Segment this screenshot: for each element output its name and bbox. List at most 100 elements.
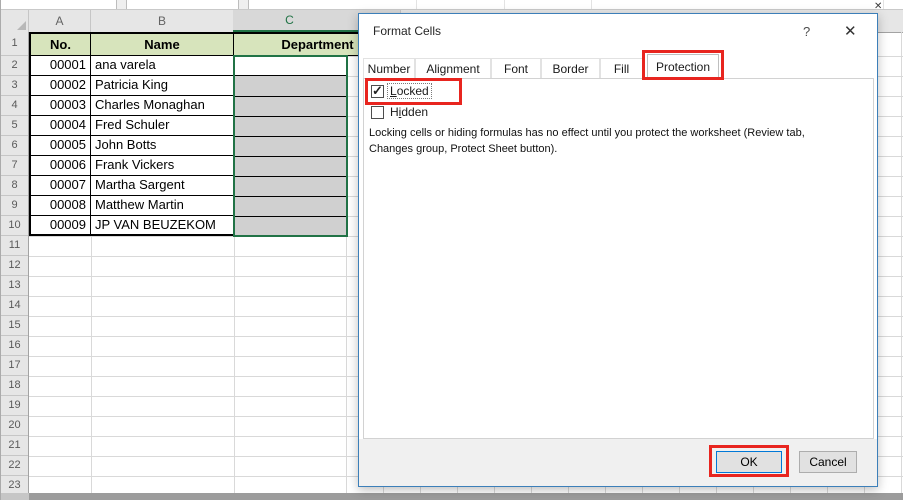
cell-a1-no-header[interactable]: No. <box>29 32 91 56</box>
dialog-title: Format Cells <box>373 24 442 38</box>
annotation-highlight-locked <box>365 78 462 105</box>
protection-note-text: Locking cells or hiding formulas has no … <box>369 127 805 155</box>
row-header-18[interactable]: 18 <box>1 376 28 396</box>
table-row-6: 00005 John Botts <box>29 136 234 156</box>
name-box-divider <box>116 0 127 9</box>
row-header-1[interactable]: 1 <box>1 32 28 56</box>
row-header-23[interactable]: 23 <box>1 476 28 493</box>
row-header-7[interactable]: 7 <box>1 156 28 176</box>
table-row-2: 00001 ana varela <box>29 56 234 76</box>
cell-a8[interactable]: 00007 <box>29 176 91 196</box>
cell-b8[interactable]: Martha Sargent <box>91 176 234 196</box>
partial-glyph: ✕ <box>874 1 883 12</box>
row-header-column: 1 2 3 4 5 6 7 8 9 10 11 12 13 14 15 16 17 18 19 20 21 22 23 <box>1 32 29 493</box>
help-icon[interactable]: ? <box>803 24 810 39</box>
cell-b10[interactable]: JP VAN BEUZEKOM <box>91 216 234 236</box>
cell-a5[interactable]: 00004 <box>29 116 91 136</box>
table-row-7: 00006 Frank Vickers <box>29 156 234 176</box>
cell-a2[interactable]: 00001 <box>29 56 91 76</box>
row-header-10[interactable]: 10 <box>1 216 28 236</box>
row-header-13[interactable]: 13 <box>1 276 28 296</box>
annotation-highlight-ok <box>709 445 789 477</box>
cell-b5[interactable]: Fred Schuler <box>91 116 234 136</box>
gridline-v <box>234 236 235 493</box>
selected-range-c2-c10[interactable] <box>233 55 348 237</box>
divider-line <box>504 0 505 9</box>
selection-cell-border <box>235 216 346 217</box>
row-header-19[interactable]: 19 <box>1 396 28 416</box>
hidden-checkbox-label[interactable]: Hidden <box>390 105 428 119</box>
cell-b1-name-header[interactable]: Name <box>91 32 234 56</box>
divider-line <box>416 0 417 9</box>
formula-bar-divider <box>238 0 249 9</box>
active-cell-c2[interactable] <box>235 57 346 76</box>
cell-b3[interactable]: Patricia King <box>91 76 234 96</box>
format-cells-dialog: Format Cells ? ✕ Number Alignment Font B… <box>358 13 878 487</box>
tab-fill[interactable]: Fill <box>600 58 643 79</box>
cell-b9[interactable]: Matthew Martin <box>91 196 234 216</box>
selection-cell-border <box>235 196 346 197</box>
hidden-label-pre: H <box>390 105 399 119</box>
selection-cell-border <box>235 116 346 117</box>
formula-bar-sliver <box>1 0 903 10</box>
cell-b2[interactable]: ana varela <box>91 56 234 76</box>
tab-alignment[interactable]: Alignment <box>415 58 491 79</box>
row-header-6[interactable]: 6 <box>1 136 28 156</box>
row-header-11[interactable]: 11 <box>1 236 28 256</box>
gridline-v <box>346 236 347 493</box>
tab-number[interactable]: Number <box>363 58 415 79</box>
row-header-12[interactable]: 12 <box>1 256 28 276</box>
row-header-4[interactable]: 4 <box>1 96 28 116</box>
cell-b6[interactable]: John Botts <box>91 136 234 156</box>
row-header-15[interactable]: 15 <box>1 316 28 336</box>
cell-a7[interactable]: 00006 <box>29 156 91 176</box>
horizontal-scrollbar[interactable] <box>1 493 903 500</box>
column-header-c-letter: C <box>285 13 294 27</box>
scrollbar-corner <box>1 493 29 500</box>
row-header-14[interactable]: 14 <box>1 296 28 316</box>
cell-a3[interactable]: 00002 <box>29 76 91 96</box>
row-header-22[interactable]: 22 <box>1 456 28 476</box>
column-header-a[interactable]: A <box>29 10 91 32</box>
row-header-20[interactable]: 20 <box>1 416 28 436</box>
row-header-2[interactable]: 2 <box>1 56 28 76</box>
table-row-8: 00007 Martha Sargent <box>29 176 234 196</box>
hidden-label-rest: dden <box>401 105 429 119</box>
select-all-triangle-icon <box>17 21 26 30</box>
row-header-5[interactable]: 5 <box>1 116 28 136</box>
hidden-checkbox[interactable] <box>371 106 384 119</box>
cancel-button[interactable]: Cancel <box>799 451 857 473</box>
cell-a6[interactable]: 00005 <box>29 136 91 156</box>
cell-b7[interactable]: Frank Vickers <box>91 156 234 176</box>
cell-b4[interactable]: Charles Monaghan <box>91 96 234 116</box>
row-header-9[interactable]: 9 <box>1 196 28 216</box>
row-header-21[interactable]: 21 <box>1 436 28 456</box>
tab-border[interactable]: Border <box>541 58 600 79</box>
row-header-16[interactable]: 16 <box>1 336 28 356</box>
selection-cell-border <box>235 136 346 137</box>
gridline-v <box>91 236 92 493</box>
table-row-4: 00003 Charles Monaghan <box>29 96 234 116</box>
divider-line <box>591 0 592 9</box>
divider-line <box>883 0 884 9</box>
table-row-10: 00009 JP VAN BEUZEKOM <box>29 216 234 236</box>
close-icon[interactable]: ✕ <box>844 22 857 40</box>
selection-cell-border <box>235 96 346 97</box>
cell-a4[interactable]: 00003 <box>29 96 91 116</box>
cell-a9[interactable]: 00008 <box>29 196 91 216</box>
row-header-3[interactable]: 3 <box>1 76 28 96</box>
cell-a10[interactable]: 00009 <box>29 216 91 236</box>
tab-font[interactable]: Font <box>491 58 541 79</box>
selection-cell-border <box>235 156 346 157</box>
selection-cell-border <box>235 176 346 177</box>
row-header-17[interactable]: 17 <box>1 356 28 376</box>
column-header-b[interactable]: B <box>91 10 234 32</box>
excel-window: A B C ✕ 1 2 3 4 5 6 7 8 9 10 11 12 13 14 15 16 17 18 19 20 2… <box>0 0 903 500</box>
gridline-v <box>901 32 902 493</box>
annotation-highlight-protection-tab <box>642 50 724 80</box>
table-row-3: 00002 Patricia King <box>29 76 234 96</box>
table-row-9: 00008 Matthew Martin <box>29 196 234 216</box>
select-all-button[interactable] <box>1 10 29 32</box>
table-row-5: 00004 Fred Schuler <box>29 116 234 136</box>
row-header-8[interactable]: 8 <box>1 176 28 196</box>
